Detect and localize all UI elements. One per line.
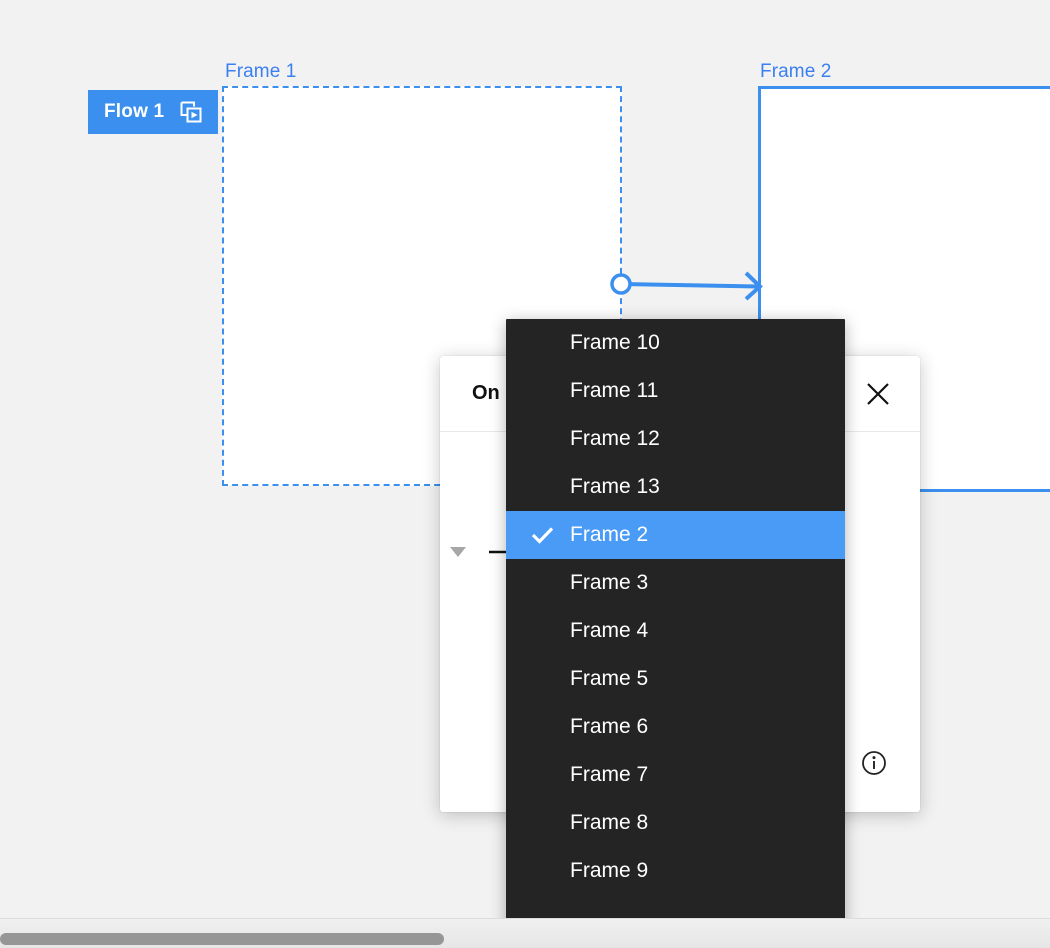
frame-label-frame-2[interactable]: Frame 2	[760, 61, 831, 83]
dropdown-option[interactable]: Frame 5	[506, 655, 845, 703]
flow-badge-label: Flow 1	[104, 101, 165, 122]
app-window: Frame 1 Frame 2 Flow 1 On Frame 10 Frame…	[0, 0, 1050, 948]
dropdown-option-label: Frame 8	[570, 811, 649, 834]
dropdown-option[interactable]: Frame 11	[506, 367, 845, 415]
interaction-connector[interactable]	[600, 265, 770, 320]
dropdown-option[interactable]: Frame 9	[506, 847, 845, 895]
close-icon[interactable]	[858, 374, 898, 414]
frame-label-frame-1[interactable]: Frame 1	[225, 61, 296, 83]
dropdown-option-label: Frame 11	[570, 379, 659, 402]
design-canvas[interactable]: Frame 1 Frame 2 Flow 1 On Frame 10 Frame…	[0, 0, 1050, 948]
dropdown-option-label: Frame 10	[570, 331, 660, 354]
play-frame-icon[interactable]	[178, 99, 204, 125]
dropdown-option[interactable]: Frame 6	[506, 703, 845, 751]
dropdown-option-label: Frame 2	[570, 523, 649, 546]
info-icon[interactable]	[861, 750, 887, 781]
dropdown-option-label: Frame 13	[570, 475, 660, 498]
dropdown-option-label: Frame 12	[570, 427, 660, 450]
dropdown-option-label: Frame 5	[570, 667, 649, 690]
dropdown-option-list: Frame 10 Frame 11 Frame 12 Frame 13 Frame 2 F…	[506, 319, 845, 895]
dropdown-option-label: Frame 3	[570, 571, 649, 594]
horizontal-scrollbar-thumb[interactable]	[0, 933, 444, 945]
dropdown-option-label: Frame 7	[570, 763, 649, 786]
dropdown-option[interactable]: Frame 7	[506, 751, 845, 799]
horizontal-scrollbar-track[interactable]	[0, 933, 506, 945]
bottom-bar	[0, 918, 1050, 948]
chevron-down-icon[interactable]	[450, 547, 466, 557]
dialog-title: On	[472, 382, 500, 404]
frame-picker-dropdown[interactable]: Frame 10 Frame 11 Frame 12 Frame 13 Frame 2 F…	[506, 319, 845, 948]
check-icon	[531, 525, 555, 545]
dropdown-option-label: Frame 9	[570, 859, 649, 882]
dropdown-option[interactable]: Frame 8	[506, 799, 845, 847]
dropdown-option[interactable]: Frame 4	[506, 607, 845, 655]
dropdown-option[interactable]: Frame 3	[506, 559, 845, 607]
dropdown-option[interactable]: Frame 2	[506, 511, 845, 559]
dropdown-option[interactable]: Frame 13	[506, 463, 845, 511]
dropdown-option[interactable]: Frame 10	[506, 319, 845, 367]
dropdown-option-label: Frame 6	[570, 715, 649, 738]
flow-badge[interactable]: Flow 1	[88, 90, 219, 134]
dropdown-option-label: Frame 4	[570, 619, 649, 642]
dropdown-option[interactable]: Frame 12	[506, 415, 845, 463]
